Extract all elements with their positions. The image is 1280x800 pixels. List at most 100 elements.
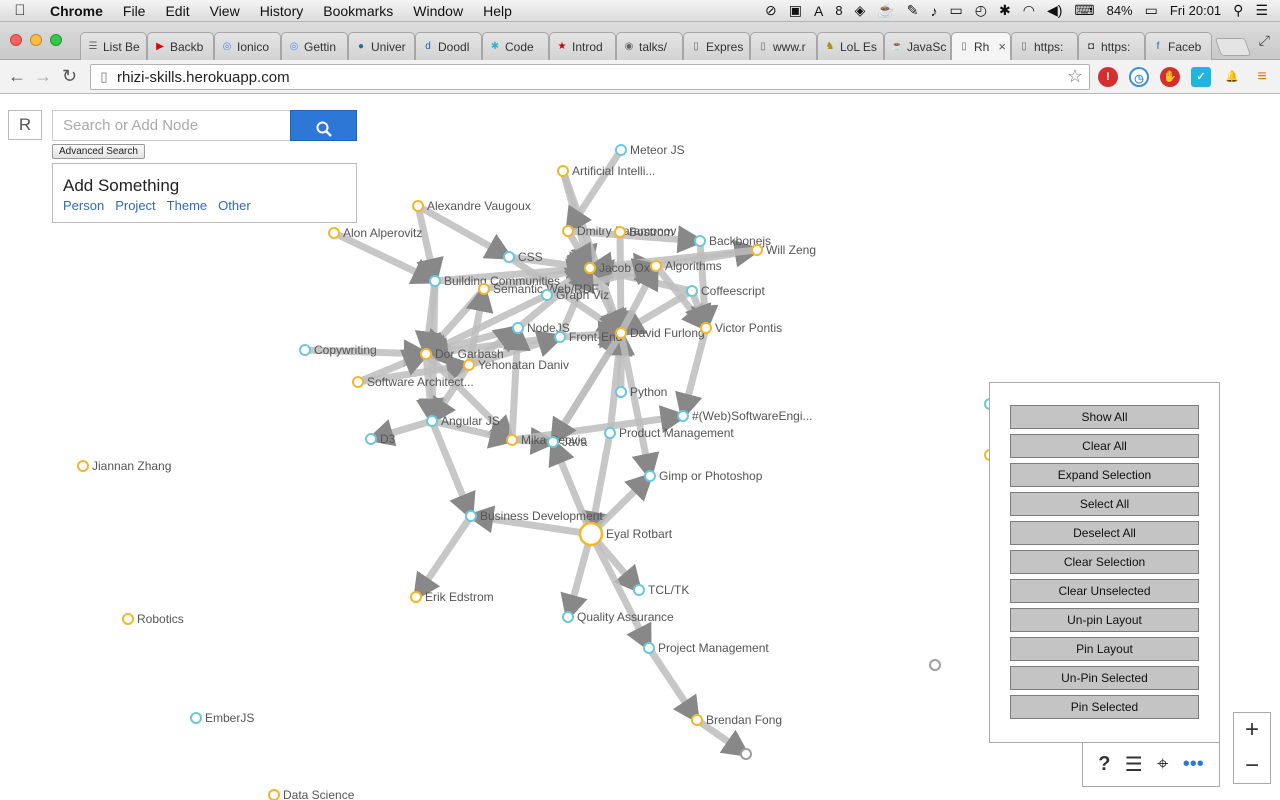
node-circle[interactable] xyxy=(77,460,89,472)
spotlight-icon[interactable]: ⚲ xyxy=(1233,2,1243,19)
ext-check-icon[interactable]: ✓ xyxy=(1191,67,1211,87)
graph-node-eyal[interactable]: Eyal Rotbart xyxy=(578,521,673,547)
graph-edge[interactable] xyxy=(564,148,624,236)
graph-node-ember[interactable]: EmberJS xyxy=(190,711,254,725)
node-circle[interactable] xyxy=(268,789,280,800)
graph-edge[interactable] xyxy=(617,332,660,482)
node-circle[interactable] xyxy=(410,591,422,603)
menu-window[interactable]: Window xyxy=(403,3,473,19)
address-bar[interactable]: ▯ rhizi-skills.herokuapp.com ☆ xyxy=(90,64,1090,90)
apple-icon[interactable]:  xyxy=(0,2,40,19)
graph-node-brendan[interactable]: Brendan Fong xyxy=(691,713,782,727)
pin-selected-button[interactable]: Pin Selected xyxy=(1010,695,1199,719)
node-circle[interactable] xyxy=(614,226,626,238)
bluetooth-icon[interactable]: ✱ xyxy=(999,2,1011,19)
add-person-link[interactable]: Person xyxy=(63,198,104,213)
node-circle[interactable] xyxy=(578,521,604,547)
graph-node-softarch[interactable]: Software Architect... xyxy=(352,375,474,389)
search-input[interactable] xyxy=(52,110,292,141)
menu-app-name[interactable]: Chrome xyxy=(40,3,113,19)
node-circle[interactable] xyxy=(429,275,441,287)
graph-edge[interactable] xyxy=(332,229,441,285)
graph-node-gimp[interactable]: Gimp or Photoshop xyxy=(644,469,763,483)
ext-ublock-icon[interactable]: ! xyxy=(1098,67,1118,87)
graph-edge[interactable] xyxy=(416,202,514,261)
graph-node-furlong[interactable]: David Furlong xyxy=(615,326,705,340)
node-circle[interactable] xyxy=(463,359,475,371)
graph-node-projmgmt[interactable]: Project Management xyxy=(643,641,769,655)
reload-button[interactable]: ↻ xyxy=(62,66,77,87)
menu-file[interactable]: File xyxy=(113,3,156,19)
node-circle[interactable] xyxy=(686,285,698,297)
node-circle[interactable] xyxy=(740,748,752,760)
help-icon[interactable]: ? xyxy=(1098,753,1110,776)
tab-14[interactable]: ▯ https: xyxy=(1011,32,1078,60)
tab-6[interactable]: ✱ Code xyxy=(482,32,549,60)
minimize-window-button[interactable] xyxy=(30,34,42,46)
graph-node-coffee[interactable]: Coffeescript xyxy=(686,284,765,298)
search-button[interactable] xyxy=(290,110,357,141)
no-entry-icon[interactable]: ⊘ xyxy=(765,2,777,19)
evernote-icon[interactable]: ✎ xyxy=(907,2,919,19)
node-circle[interactable] xyxy=(650,260,662,272)
add-theme-link[interactable]: Theme xyxy=(167,198,207,213)
graph-node-qa[interactable]: Quality Assurance xyxy=(562,610,674,624)
graph-node-tcl[interactable]: TCL/TK xyxy=(633,583,689,597)
tab-4[interactable]: ● Univer xyxy=(348,32,415,60)
graph-node-pontis[interactable]: Victor Pontis xyxy=(700,321,782,335)
fullscreen-icon[interactable]: ⤢ xyxy=(1259,32,1270,49)
graph-node-java[interactable]: Java xyxy=(547,435,588,449)
node-circle[interactable] xyxy=(700,322,712,334)
clear-unselected-button[interactable]: Clear Unselected xyxy=(1010,579,1199,603)
volume-icon[interactable]: ◀) xyxy=(1047,2,1062,19)
node-circle[interactable] xyxy=(751,244,763,256)
node-circle[interactable] xyxy=(506,434,518,446)
graph-node-robotics[interactable]: Robotics xyxy=(122,612,184,626)
adobe-icon[interactable]: A xyxy=(814,3,823,19)
show-all-button[interactable]: Show All xyxy=(1010,405,1199,429)
tab-8[interactable]: ◉ talks/ xyxy=(616,32,683,60)
new-tab-button[interactable] xyxy=(1214,38,1252,56)
node-circle[interactable] xyxy=(615,144,627,156)
expand-selection-button[interactable]: Expand Selection xyxy=(1010,463,1199,487)
node-circle[interactable] xyxy=(512,322,524,334)
node-circle[interactable] xyxy=(541,289,553,301)
clapper-icon[interactable]: ▣ xyxy=(789,2,802,19)
graph-edge[interactable] xyxy=(412,514,474,602)
add-other-link[interactable]: Other xyxy=(218,198,251,213)
graph-node-g2[interactable] xyxy=(929,659,941,671)
unpin-selected-button[interactable]: Un-Pin Selected xyxy=(1010,666,1199,690)
node-circle[interactable] xyxy=(503,251,515,263)
select-all-button[interactable]: Select All xyxy=(1010,492,1199,516)
node-circle[interactable] xyxy=(547,436,559,448)
crosshair-icon[interactable]: ⌖ xyxy=(1157,753,1168,776)
cup-icon[interactable]: ☕ xyxy=(877,2,894,19)
tab-10[interactable]: ▯ www.r xyxy=(750,32,817,60)
close-window-button[interactable] xyxy=(10,34,22,46)
close-tab-icon[interactable]: × xyxy=(998,39,1006,54)
wifi-icon[interactable]: ◠ xyxy=(1023,2,1035,19)
back-button[interactable]: ← xyxy=(8,66,26,87)
graph-node-websoft[interactable]: #(Web)SoftwareEngi... xyxy=(677,409,813,423)
node-circle[interactable] xyxy=(929,659,941,671)
node-circle[interactable] xyxy=(644,470,656,482)
node-circle[interactable] xyxy=(352,376,364,388)
graph-edge[interactable] xyxy=(675,327,710,422)
bookmark-star-icon[interactable]: ☆ xyxy=(1067,66,1083,87)
node-circle[interactable] xyxy=(122,613,134,625)
address-url[interactable]: rhizi-skills.herokuapp.com xyxy=(117,69,290,86)
node-circle[interactable] xyxy=(604,427,616,439)
node-circle[interactable] xyxy=(643,642,655,654)
battery-icon[interactable]: ▭ xyxy=(1145,2,1158,19)
bell-icon[interactable]: ♪ xyxy=(931,3,938,19)
clock[interactable]: Fri 20:01 xyxy=(1170,3,1221,18)
tab-13[interactable]: ▯ Rh × xyxy=(951,32,1011,60)
ext-bell-icon[interactable]: 🔔 xyxy=(1222,67,1242,87)
graph-node-css[interactable]: CSS xyxy=(503,250,543,264)
keyboard-icon[interactable]: ⌨ xyxy=(1074,2,1094,19)
unpin-layout-button[interactable]: Un-pin Layout xyxy=(1010,608,1199,632)
graph-node-prodmgmt[interactable]: Product Management xyxy=(604,426,734,440)
node-circle[interactable] xyxy=(557,165,569,177)
graph-node-ai[interactable]: Artificial Intelli... xyxy=(557,164,655,178)
node-circle[interactable] xyxy=(365,433,377,445)
